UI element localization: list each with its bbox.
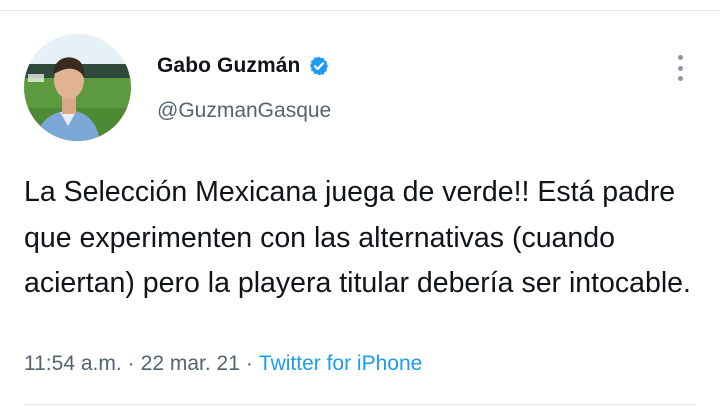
author-handle[interactable]: @GuzmanGasque (157, 99, 331, 123)
tweet-text: La Selección Mexicana juega de verde!! E… (24, 176, 691, 300)
tweet-source-link[interactable]: Twitter for iPhone (259, 352, 422, 375)
top-divider (0, 10, 720, 11)
avatar-image (24, 34, 131, 141)
avatar[interactable] (24, 34, 131, 141)
verified-badge-icon (308, 55, 330, 77)
more-dot (677, 55, 683, 60)
more-options-icon[interactable] (670, 53, 690, 83)
more-dot (677, 76, 683, 81)
author-name-row: Gabo Guzmán (157, 54, 330, 78)
tweet-date[interactable]: 22 mar. 21 (141, 352, 240, 375)
bottom-divider (24, 404, 696, 405)
author-display-name[interactable]: Gabo Guzmán (157, 54, 300, 78)
meta-separator: · (127, 352, 135, 375)
meta-separator: · (245, 352, 253, 375)
more-dot (677, 65, 683, 71)
tweet-time[interactable]: 11:54 a.m. (24, 352, 122, 375)
tweet-meta: 11:54 a.m. · 22 mar. 21 · Twitter for iPhone (24, 352, 422, 376)
